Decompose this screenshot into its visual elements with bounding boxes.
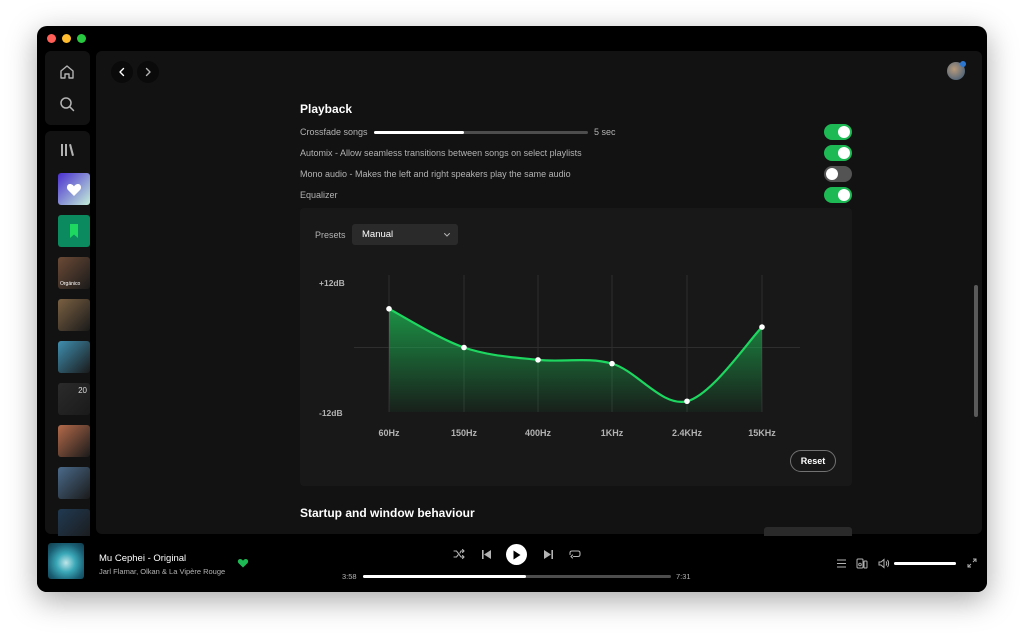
volume-slider-fill [894,562,956,565]
startup-title: Startup and window behaviour [300,506,475,520]
notification-dot [960,61,966,67]
playlist-item[interactable] [58,467,90,499]
track-title[interactable]: Mu Cephei - Original [99,553,186,564]
track-artists[interactable]: Jarl Flamar, Olkan & La Vipère Rouge [99,567,225,576]
playlist-item[interactable]: Orgánico [58,257,90,289]
connect-device-button[interactable] [855,556,869,570]
library-icon [61,144,74,156]
shuffle-icon [453,548,465,560]
mono-audio-label: Mono audio - Makes the left and right sp… [300,169,571,179]
playlist-item[interactable]: 20 [58,383,90,415]
app-window: Orgánico 20 Playback Crossfade songs 5 se… [37,26,987,592]
skip-next-icon [543,549,553,559]
playlist-item-label: 20 [78,386,87,395]
volume-icon [878,557,890,569]
window-controls [47,34,86,43]
automix-toggle[interactable] [824,145,852,161]
play-icon [513,550,521,559]
like-button[interactable] [237,556,251,570]
crossfade-slider-fill [374,131,464,134]
playlist-item[interactable] [58,215,90,247]
zoom-window-button[interactable] [77,34,86,43]
minimize-window-button[interactable] [62,34,71,43]
frequency-label: 400Hz [524,428,552,438]
fullscreen-button[interactable] [965,556,979,570]
frequency-label: 150Hz [450,428,478,438]
equalizer-panel: Presets Manual +12dB -12dB 60Hz 150Hz 40… [300,208,852,486]
sidebar-library: Orgánico 20 [45,131,90,541]
eq-band-handle[interactable] [759,324,765,330]
time-elapsed: 3:58 [342,572,357,581]
chevron-right-icon [145,67,151,77]
fullscreen-icon [967,558,977,568]
reset-button-label: Reset [800,456,826,466]
previous-button[interactable] [478,546,494,562]
frequency-label: 1KHz [600,428,624,438]
crossfade-label: Crossfade songs [300,127,368,137]
eq-band-handle[interactable] [535,357,541,363]
mono-audio-toggle[interactable] [824,166,852,182]
heart-icon [237,559,249,568]
eq-band-handle[interactable] [386,306,392,312]
db-max-label: +12dB [319,278,345,288]
library-button[interactable] [55,139,79,161]
eq-band-handle[interactable] [684,398,690,405]
time-total: 7:31 [676,572,691,581]
sidebar-nav [45,51,90,125]
shuffle-button[interactable] [451,546,467,562]
eq-band-handle[interactable] [461,344,467,351]
crossfade-toggle[interactable] [824,124,852,140]
home-icon [60,65,74,79]
reset-button[interactable]: Reset [790,450,836,472]
close-window-button[interactable] [47,34,56,43]
scrollbar[interactable] [974,285,978,417]
main-content: Playback Crossfade songs 5 sec Automix -… [96,51,982,537]
playlist-item[interactable] [58,425,90,457]
progress-bar-fill [363,575,527,578]
queue-button[interactable] [834,556,848,570]
home-button[interactable] [55,61,79,83]
search-icon [60,97,75,112]
equalizer-graph[interactable] [300,208,852,486]
now-playing-cover[interactable] [48,543,84,579]
automix-label: Automix - Allow seamless transitions bet… [300,148,582,158]
play-button[interactable] [506,544,527,565]
back-button[interactable] [111,61,133,83]
progress-bar[interactable] [363,575,671,578]
equalizer-toggle[interactable] [824,187,852,203]
playlist-item[interactable] [58,341,90,373]
forward-button[interactable] [137,61,159,83]
crossfade-value: 5 sec [594,127,616,137]
frequency-label: 15KHz [748,428,776,438]
skip-previous-icon [481,549,491,559]
frequency-label: 2.4KHz [671,428,703,438]
chevron-left-icon [119,67,125,77]
db-min-label: -12dB [319,408,343,418]
player-bar: Mu Cephei - Original Jarl Flamar, Olkan … [37,536,987,592]
queue-icon [836,558,846,568]
crossfade-slider[interactable] [374,131,588,134]
eq-band-handle[interactable] [609,360,615,367]
playlist-item-label: Orgánico [60,281,81,287]
playback-title: Playback [300,102,353,116]
next-button[interactable] [540,546,556,562]
bookmark-icon [70,224,78,238]
repeat-button[interactable] [567,546,583,562]
heart-icon [66,184,82,196]
search-button[interactable] [55,93,79,115]
playlist-item[interactable] [58,173,90,205]
volume-slider[interactable] [894,562,956,565]
playlist-item[interactable] [58,299,90,331]
volume-button[interactable] [877,556,891,570]
equalizer-label: Equalizer [300,190,338,200]
user-avatar[interactable] [947,61,966,80]
repeat-icon [569,550,581,559]
frequency-label: 60Hz [378,428,400,438]
device-icon [856,558,868,568]
